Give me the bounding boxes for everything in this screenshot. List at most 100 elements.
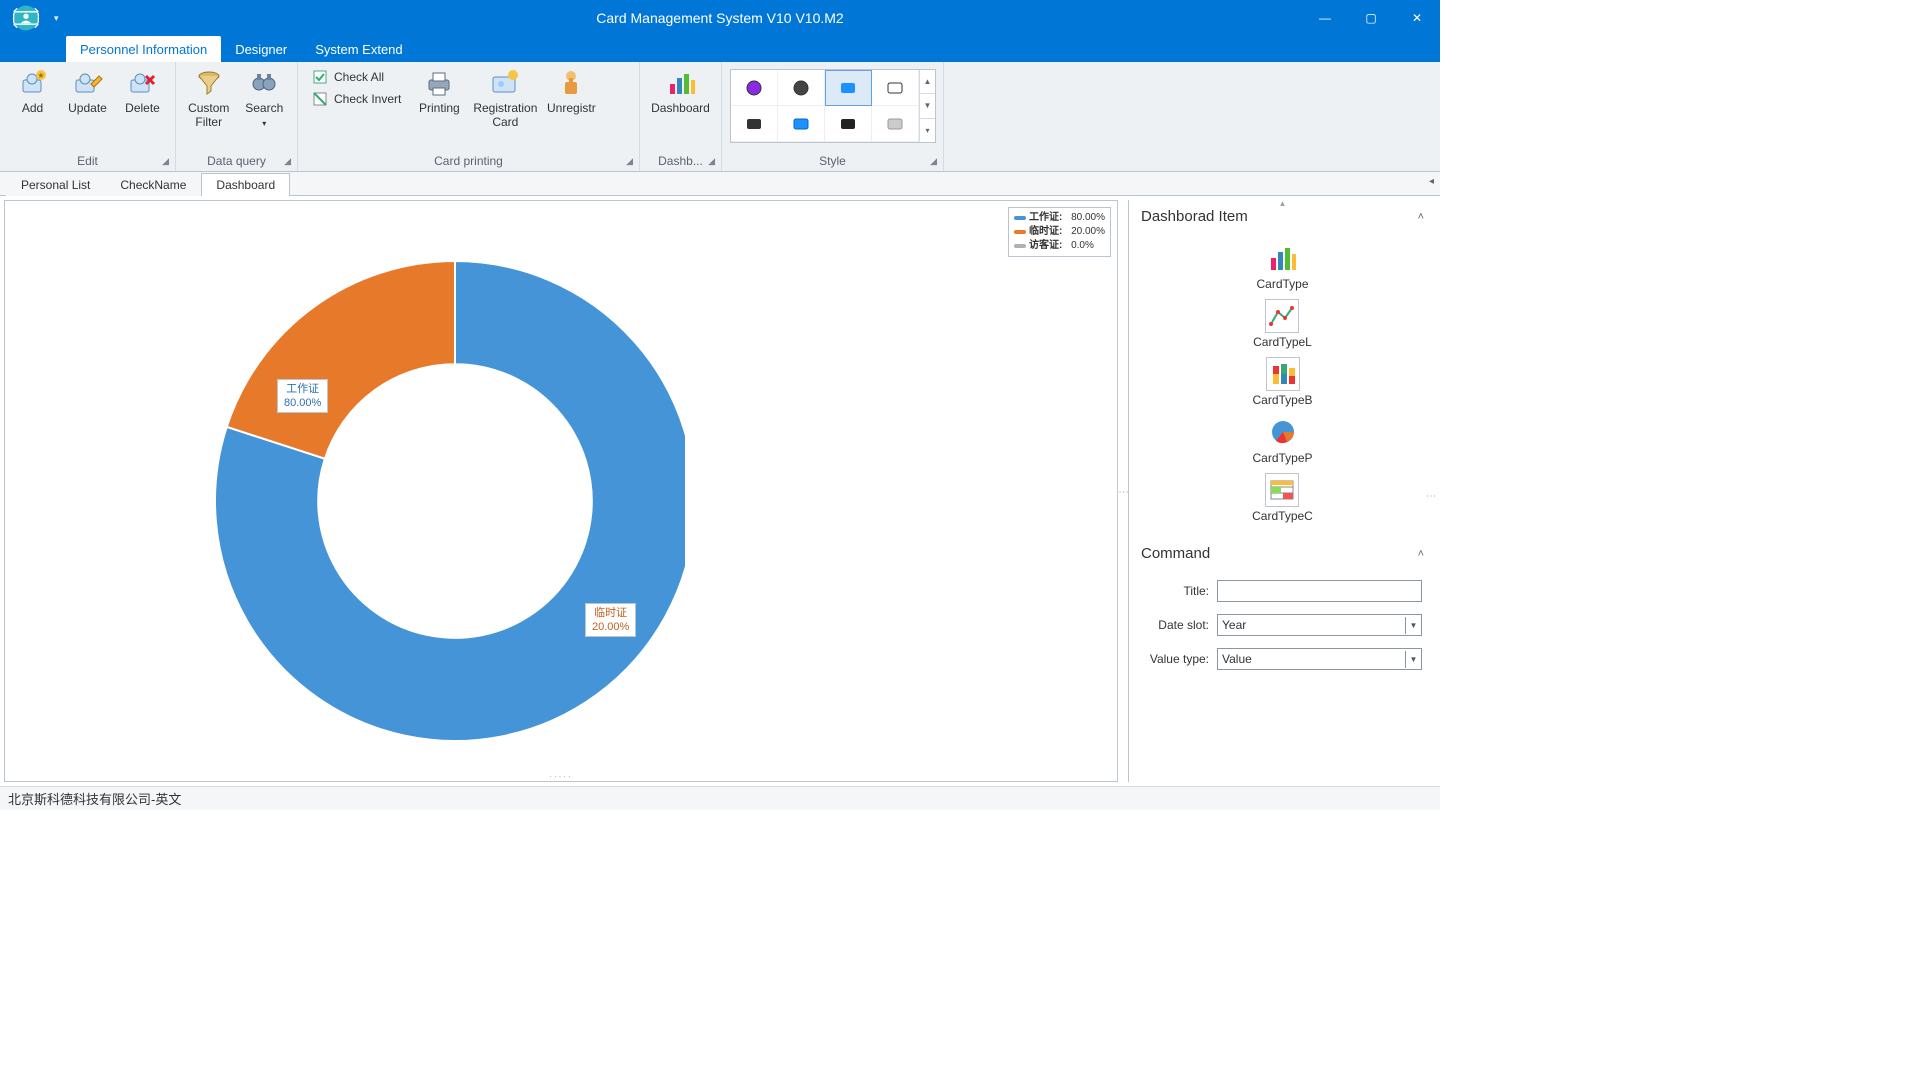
line-chart-icon xyxy=(1265,299,1299,333)
maximize-button[interactable]: ▢ xyxy=(1348,0,1394,36)
check-all-button[interactable]: Check All xyxy=(308,67,405,87)
doc-tab-checkname[interactable]: CheckName xyxy=(105,173,201,196)
window-title: Card Management System V10 V10.M2 xyxy=(596,10,843,26)
edit-person-icon xyxy=(72,67,104,99)
style-gallery[interactable]: ▲ ▼ ▾ xyxy=(730,69,936,143)
minimize-button[interactable]: — xyxy=(1302,0,1348,36)
dialog-launcher-icon[interactable]: ◢ xyxy=(162,156,169,167)
doc-tabstrip: Personal List CheckName Dashboard ◂ xyxy=(0,172,1440,196)
delete-button[interactable]: Delete xyxy=(116,65,169,117)
dialog-launcher-icon[interactable]: ◢ xyxy=(284,156,291,167)
date-slot-label: Date slot: xyxy=(1143,618,1209,632)
chart-legend: 工作证: 80.00% 临时证: 20.00% 访客证: 0.0% xyxy=(1008,207,1111,257)
card-icon xyxy=(489,67,521,99)
value-type-label: Value type: xyxy=(1143,652,1209,666)
printer-icon xyxy=(423,67,455,99)
splitter-v[interactable]: ⋮ xyxy=(1118,196,1128,786)
chart-pane: 工作证: 80.00% 临时证: 20.00% 访客证: 0.0% 工作证80.… xyxy=(4,200,1118,782)
style-swatch[interactable] xyxy=(825,106,872,142)
ribbon-group-dashboard: Dashboard Dashb...◢ xyxy=(640,62,722,171)
quick-access-toolbar: ▾ xyxy=(52,13,59,24)
printing-button[interactable]: Printing xyxy=(411,65,467,117)
ribbon-group-card-printing: Check All Check Invert Printing Registra… xyxy=(298,62,640,171)
binoculars-icon xyxy=(248,67,280,99)
dialog-launcher-icon[interactable]: ◢ xyxy=(930,156,937,167)
chevron-up-icon: ˄ xyxy=(1418,548,1424,560)
collapse-up-icon[interactable]: ▴ xyxy=(1280,200,1285,209)
pie-chart-icon xyxy=(1266,415,1300,449)
update-button[interactable]: Update xyxy=(61,65,114,117)
dashboard-item-list: CardType CardTypeL CardTypeB CardTypeP C… xyxy=(1129,233,1436,537)
doc-tab-dashboard[interactable]: Dashboard xyxy=(201,173,290,196)
custom-filter-button[interactable]: Custom Filter xyxy=(182,65,236,131)
collapse-right-icon[interactable]: ⋮ xyxy=(1425,491,1436,501)
style-swatch[interactable] xyxy=(825,70,872,106)
registration-card-button[interactable]: Registration Card xyxy=(469,65,541,131)
style-swatch[interactable] xyxy=(731,106,778,142)
dialog-launcher-icon[interactable]: ◢ xyxy=(626,156,633,167)
dashboard-button[interactable]: Dashboard xyxy=(646,65,715,117)
scroll-left-icon[interactable]: ◂ xyxy=(1429,176,1434,187)
bar-chart-icon xyxy=(665,67,697,99)
unregister-icon xyxy=(555,67,587,99)
dropdown-caret-icon: ▼ xyxy=(1405,617,1421,634)
dash-item-cardtypeb[interactable]: CardTypeB xyxy=(1250,355,1314,409)
date-slot-combo[interactable]: Year▼ xyxy=(1217,614,1422,636)
dropdown-caret-icon: ▾ xyxy=(262,119,266,128)
unregistr-button[interactable]: Unregistr xyxy=(543,65,599,117)
ribbon: ★ Add Update Delete Edit◢ Custom Filter … xyxy=(0,62,1440,172)
side-panel: ▴ ⋮ Dashborad Item ˄ CardType CardTypeL … xyxy=(1128,200,1436,782)
style-swatch[interactable] xyxy=(872,70,919,106)
style-swatch[interactable] xyxy=(731,70,778,106)
stacked-bar-icon xyxy=(1266,357,1300,391)
tab-designer[interactable]: Designer xyxy=(221,36,301,62)
add-person-icon: ★ xyxy=(17,67,49,99)
gallery-more-icon[interactable]: ▾ xyxy=(920,119,935,142)
app-logo xyxy=(0,0,52,36)
dropdown-caret-icon: ▼ xyxy=(1405,651,1421,668)
bar-chart-icon xyxy=(1266,241,1300,275)
filter-icon xyxy=(193,67,225,99)
ribbon-group-style: ▲ ▼ ▾ Style◢ xyxy=(722,62,944,171)
command-form: Title: Date slot: Year▼ Value type: Valu… xyxy=(1129,570,1436,680)
close-button[interactable]: ✕ xyxy=(1394,0,1440,36)
slice-label-temp: 临时证20.00% xyxy=(585,603,636,637)
tab-system-extend[interactable]: System Extend xyxy=(301,36,416,62)
status-text: 北京斯科德科技有限公司-英文 xyxy=(8,789,181,808)
title-bar: ▾ Card Management System V10 V10.M2 — ▢ … xyxy=(0,0,1440,36)
add-button[interactable]: ★ Add xyxy=(6,65,59,117)
ribbon-group-data-query: Custom Filter Search▾ Data query◢ xyxy=(176,62,298,171)
gallery-up-icon[interactable]: ▲ xyxy=(920,70,935,94)
search-button[interactable]: Search▾ xyxy=(238,65,292,133)
ribbon-group-edit: ★ Add Update Delete Edit◢ xyxy=(0,62,176,171)
style-swatch[interactable] xyxy=(778,70,825,106)
delete-person-icon xyxy=(127,67,159,99)
style-swatch[interactable] xyxy=(872,106,919,142)
value-type-combo[interactable]: Value▼ xyxy=(1217,648,1422,670)
dash-item-cardtypep[interactable]: CardTypeP xyxy=(1250,413,1314,467)
dialog-launcher-icon[interactable]: ◢ xyxy=(708,156,715,167)
table-icon xyxy=(1265,473,1299,507)
gallery-down-icon[interactable]: ▼ xyxy=(920,94,935,118)
qat-customize-icon[interactable]: ▾ xyxy=(54,13,59,24)
ribbon-tabstrip: Personnel Information Designer System Ex… xyxy=(0,36,1440,62)
title-input[interactable] xyxy=(1217,580,1422,602)
doc-tab-personal-list[interactable]: Personal List xyxy=(6,173,105,196)
status-bar: 北京斯科德科技有限公司-英文 xyxy=(0,786,1440,810)
dash-item-cardtype[interactable]: CardType xyxy=(1254,239,1310,293)
accordion-command[interactable]: Command ˄ xyxy=(1129,537,1436,570)
main-area: 工作证: 80.00% 临时证: 20.00% 访客证: 0.0% 工作证80.… xyxy=(0,196,1440,786)
svg-text:★: ★ xyxy=(37,71,44,80)
donut-chart xyxy=(65,211,685,774)
check-icon xyxy=(312,69,328,85)
chevron-up-icon: ˄ xyxy=(1418,211,1424,223)
style-swatch[interactable] xyxy=(778,106,825,142)
group-caption-edit: Edit◢ xyxy=(6,152,169,169)
dash-item-cardtypel[interactable]: CardTypeL xyxy=(1251,297,1314,351)
check-invert-button[interactable]: Check Invert xyxy=(308,89,405,109)
invert-check-icon xyxy=(312,91,328,107)
tab-personnel-information[interactable]: Personnel Information xyxy=(66,36,221,62)
dash-item-cardtypec[interactable]: CardTypeC xyxy=(1250,471,1315,525)
splitter-h-icon[interactable]: ····· xyxy=(549,772,572,781)
slice-label-work: 工作证80.00% xyxy=(277,379,328,413)
